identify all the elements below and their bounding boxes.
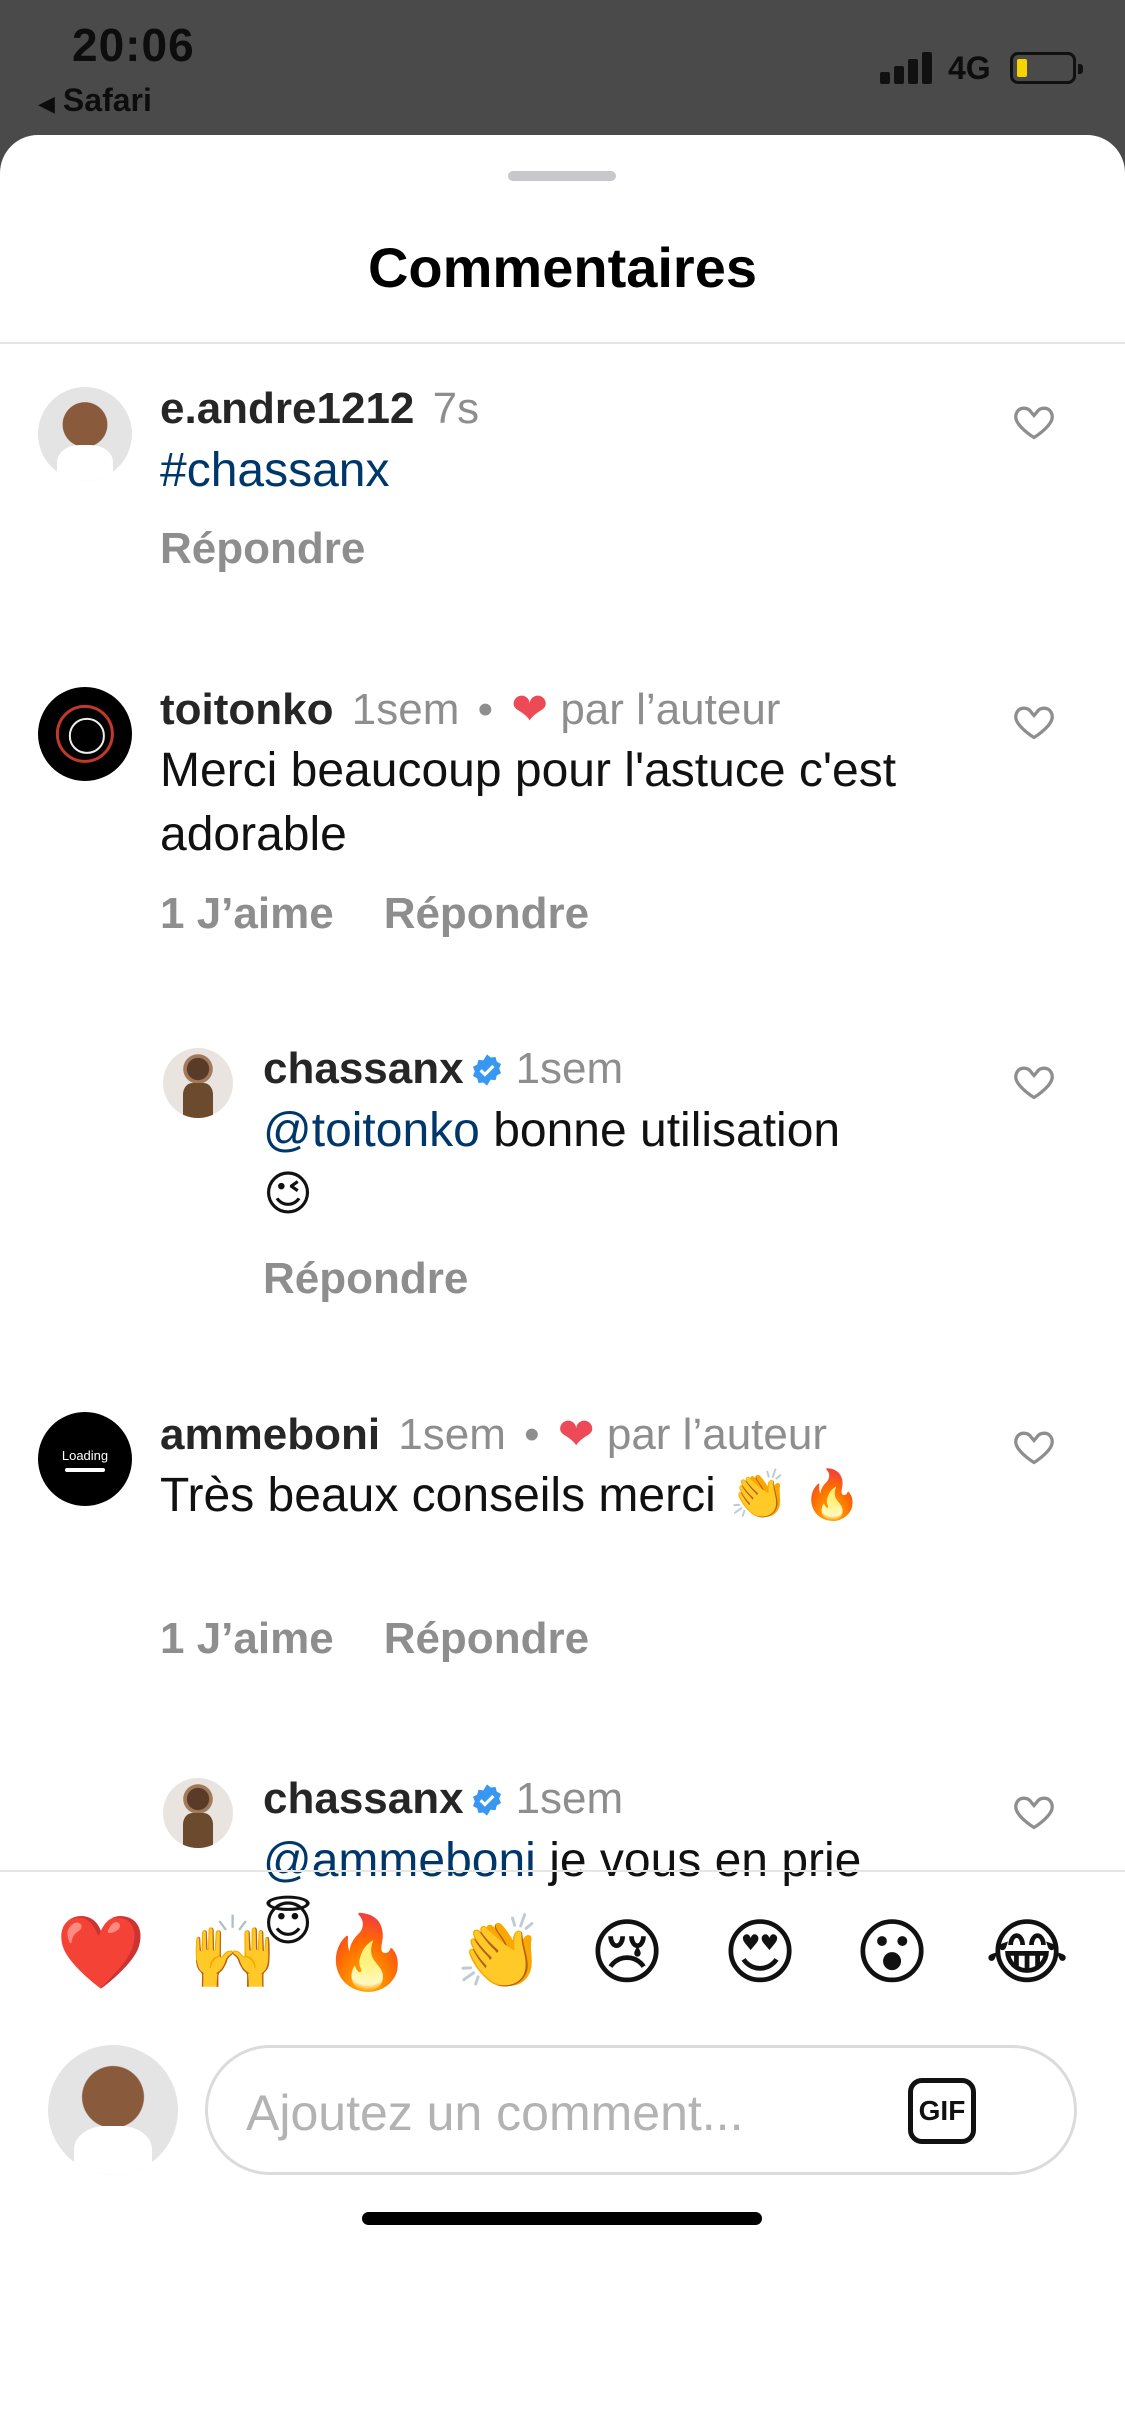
heart-outline-icon[interactable] [1012,1789,1056,1833]
surprised-emoji-button[interactable]: 😮 [852,1912,932,1992]
raising-hands-emoji-button[interactable]: 🙌 [188,1912,278,1992]
avatar-loading-text: Loading [61,1448,109,1463]
comments-list[interactable]: e.andre1212 7s #chassanx Répondre toiton… [0,344,1125,2001]
reply-item: chassanx 1sem @toitonko bonne utilisation… [0,1004,1125,1369]
signal-icon [880,48,940,84]
separator-dot: • [524,1410,540,1459]
likes-count-link[interactable]: 1 J’aime [160,889,334,938]
reply-button[interactable]: Répondre [263,1254,468,1303]
emoji-reaction-bar: ❤️ 🙌 🔥 👏 😢 😍 😮 😂 [0,1872,1125,2037]
network-type: 4G [948,50,991,86]
comment-time: 1sem [351,685,460,734]
comment-username[interactable]: ammeboni [160,1410,380,1459]
liked-heart-icon: ❤ [557,1410,595,1459]
avatar[interactable] [38,687,132,781]
comment-text: bonne utilisation [493,1104,841,1157]
heart-outline-icon[interactable] [1012,399,1056,443]
comment-time: 1sem [398,1410,506,1459]
wink-emoji: 😉 [263,1168,314,1221]
back-app-label: Safari [62,82,152,118]
liked-heart-icon: ❤ [511,685,549,734]
back-arrow-icon: ◀ [38,91,55,116]
comment-item: toitonko 1sem • ❤ par l’auteur Merci bea… [0,644,1125,1004]
comment-time: 1sem [515,1044,624,1093]
crying-emoji-button[interactable]: 😢 [587,1912,667,1992]
fire-emoji-button[interactable]: 🔥 [322,1912,412,1992]
comment-item: e.andre1212 7s #chassanx Répondre [0,344,1125,644]
comment-input[interactable] [246,2078,886,2148]
author-like-label: par l’auteur [606,1410,827,1459]
current-user-avatar [48,2045,178,2175]
comment-text: Merci beaucoup pour l'astuce c'est adora… [160,744,897,861]
heart-outline-icon[interactable] [1012,699,1056,743]
author-like-label: par l’auteur [560,685,781,734]
comment-emoji: 👏 🔥 [729,1469,862,1522]
avatar[interactable] [38,387,132,481]
likes-count-link[interactable]: 1 J’aime [160,1614,334,1663]
home-indicator[interactable] [362,2212,762,2225]
heart-outline-icon[interactable] [1012,1424,1056,1468]
heart-eyes-emoji-button[interactable]: 😍 [720,1912,800,1992]
reply-button[interactable]: Répondre [160,524,365,573]
reply-button[interactable]: Répondre [384,889,589,938]
comment-username[interactable]: e.andre1212 [160,384,414,433]
comment-username[interactable]: chassanx [263,1044,464,1093]
comment-username[interactable]: chassanx [263,1774,464,1823]
reply-button[interactable]: Répondre [384,1614,589,1663]
loading-bar-icon [65,1468,105,1472]
comment-text: Très beaux conseils merci [160,1469,716,1522]
mention-link[interactable]: @toitonko [263,1104,480,1157]
laughing-emoji-button[interactable]: 😂 [985,1912,1069,1992]
comment-time: 1sem [515,1774,624,1823]
comment-username[interactable]: toitonko [160,685,334,734]
verified-badge-icon [472,1784,501,1816]
heart-emoji-button[interactable]: ❤️ [56,1912,146,1992]
avatar[interactable] [163,1778,233,1848]
comment-composer: GIF [205,2045,1077,2175]
clapping-emoji-button[interactable]: 👏 [455,1912,545,1992]
comment-time: 7s [432,384,480,433]
status-time: 20:06 [72,19,195,71]
logo-icon [55,704,115,764]
sheet-grabber-handle[interactable] [508,171,616,181]
heart-outline-icon[interactable] [1012,1059,1056,1103]
hashtag-link[interactable]: #chassanx [160,444,389,497]
comment-item: Loading ammeboni 1sem • ❤ par l’auteur T… [0,1369,1125,1734]
avatar[interactable] [163,1048,233,1118]
status-bar: 20:06 ◀ Safari 4G [0,0,1125,135]
verified-badge-icon [472,1054,501,1086]
page-title: Commentaires [367,236,758,299]
separator-dot: • [477,685,493,734]
battery-icon [1010,52,1083,84]
avatar[interactable]: Loading [38,1412,132,1506]
gif-button[interactable]: GIF [908,2078,976,2144]
back-to-safari-link[interactable]: ◀ Safari [38,82,152,119]
